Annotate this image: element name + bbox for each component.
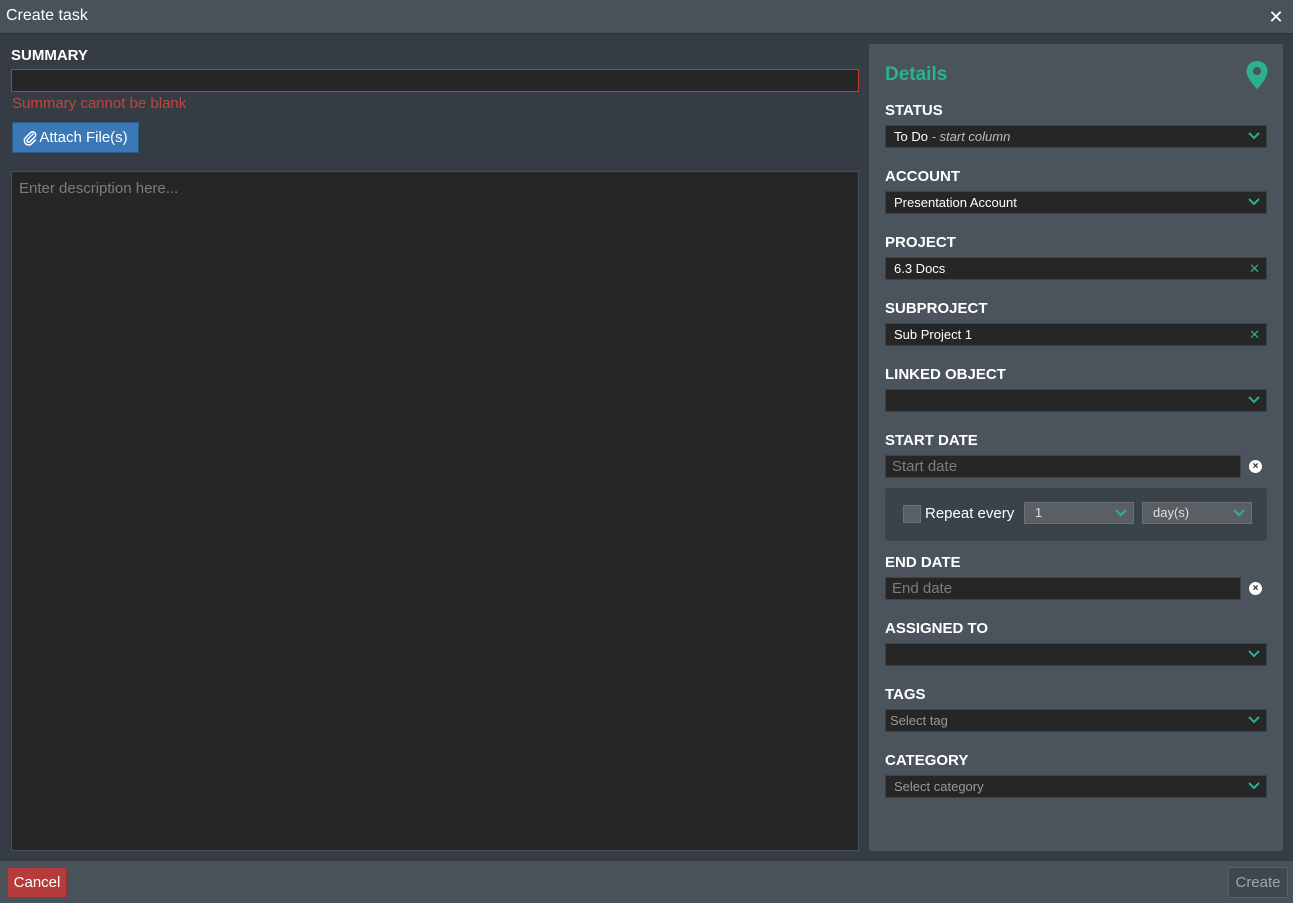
tags-label: TAGS — [885, 686, 926, 703]
subproject-value: Sub Project 1 — [894, 327, 973, 342]
category-label: CATEGORY — [885, 752, 969, 769]
window-title: Create task — [6, 7, 88, 24]
assigned-to-label: ASSIGNED TO — [885, 620, 989, 637]
category-select[interactable]: Select category — [885, 775, 1267, 798]
chevron-down-icon — [1115, 509, 1127, 517]
project-value: 6.3 Docs — [894, 261, 946, 276]
repeat-unit-select[interactable]: day(s) — [1142, 502, 1252, 524]
summary-input[interactable] — [11, 69, 859, 92]
map-pin-icon — [1246, 61, 1268, 89]
assigned-to-select[interactable] — [885, 643, 1267, 666]
details-title: Details — [885, 64, 948, 85]
repeat-count-value: 1 — [1035, 505, 1043, 520]
linked-object-select[interactable] — [885, 389, 1267, 412]
attach-files-button[interactable]: Attach File(s) — [12, 122, 139, 153]
project-select[interactable]: 6.3 Docs ✕ — [885, 257, 1267, 280]
project-label: PROJECT — [885, 234, 956, 251]
clear-subproject-icon[interactable]: ✕ — [1249, 324, 1260, 345]
clear-project-icon[interactable]: ✕ — [1249, 258, 1260, 279]
clear-end-date-icon[interactable]: × — [1249, 582, 1262, 595]
repeat-checkbox[interactable] — [903, 505, 921, 523]
chevron-down-icon — [1248, 396, 1260, 404]
end-date-input[interactable] — [885, 577, 1241, 600]
repeat-group: Repeat every 1 day(s) — [885, 488, 1267, 541]
chevron-down-icon — [1248, 650, 1260, 658]
clear-start-date-icon[interactable]: × — [1249, 460, 1262, 473]
status-hint: - start column — [931, 129, 1011, 144]
summary-error: Summary cannot be blank — [12, 95, 187, 112]
chevron-down-icon — [1248, 716, 1260, 724]
close-icon[interactable]: ✕ — [1267, 8, 1285, 26]
main-pane: SUMMARY Summary cannot be blank Attach F… — [0, 34, 868, 860]
account-value: Presentation Account — [894, 195, 1017, 210]
status-label: STATUS — [885, 102, 943, 119]
end-date-label: END DATE — [885, 554, 961, 571]
start-date-label: START DATE — [885, 432, 978, 449]
subproject-label: SUBPROJECT — [885, 300, 988, 317]
start-date-input[interactable] — [885, 455, 1241, 478]
status-select[interactable]: To Do - start column — [885, 125, 1267, 148]
tags-select[interactable]: Select tag — [885, 709, 1267, 732]
description-textarea[interactable] — [11, 171, 859, 851]
cancel-button[interactable]: Cancel — [7, 867, 67, 898]
details-panel: Details STATUS To Do - start column ACCO… — [869, 44, 1283, 851]
paperclip-icon — [23, 130, 37, 146]
subproject-select[interactable]: Sub Project 1 ✕ — [885, 323, 1267, 346]
status-value: To Do — [894, 129, 928, 144]
attach-files-label: Attach File(s) — [39, 129, 128, 146]
account-label: ACCOUNT — [885, 168, 960, 185]
chevron-down-icon — [1248, 782, 1260, 790]
chevron-down-icon — [1248, 132, 1260, 140]
tags-placeholder: Select tag — [890, 713, 948, 728]
linked-object-label: LINKED OBJECT — [885, 366, 1006, 383]
repeat-unit-value: day(s) — [1153, 505, 1190, 520]
account-select[interactable]: Presentation Account — [885, 191, 1267, 214]
repeat-label: Repeat every — [925, 505, 1015, 522]
summary-label: SUMMARY — [11, 47, 88, 64]
create-button[interactable]: Create — [1228, 867, 1288, 898]
title-bar: Create task ✕ — [0, 0, 1293, 34]
chevron-down-icon — [1233, 509, 1245, 517]
repeat-count-select[interactable]: 1 — [1024, 502, 1134, 524]
chevron-down-icon — [1248, 198, 1260, 206]
footer-bar: Cancel Create — [0, 861, 1293, 903]
category-placeholder: Select category — [894, 779, 984, 794]
